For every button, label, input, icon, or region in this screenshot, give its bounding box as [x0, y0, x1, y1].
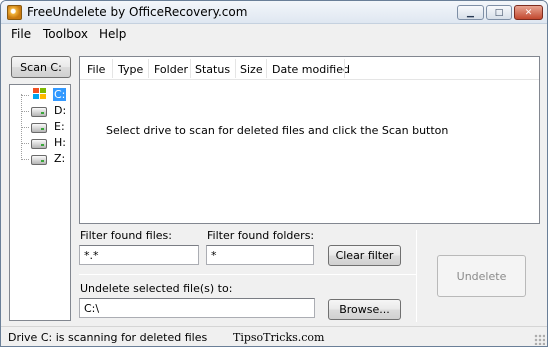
- menu-bar: File Toolbox Help: [1, 24, 547, 43]
- app-icon: [7, 5, 22, 20]
- column-divider[interactable]: [190, 59, 191, 78]
- menu-file[interactable]: File: [11, 27, 31, 41]
- scan-button[interactable]: Scan C:: [11, 56, 71, 78]
- resize-grip-icon[interactable]: [534, 334, 545, 345]
- filter-folders-input[interactable]: *: [206, 245, 314, 265]
- column-header-size[interactable]: Size: [240, 63, 263, 76]
- tree-item-drive-d[interactable]: D:: [10, 103, 70, 119]
- window-title: FreeUndelete by OfficeRecovery.com: [27, 5, 248, 19]
- browse-button[interactable]: Browse...: [328, 299, 401, 320]
- column-header-type[interactable]: Type: [118, 63, 143, 76]
- hard-drive-icon: [31, 107, 47, 117]
- status-bar: Drive C: is scanning for deleted files T…: [1, 326, 547, 346]
- drive-label: Z:: [54, 152, 66, 165]
- close-button[interactable]: ✕: [514, 5, 543, 20]
- menu-toolbox[interactable]: Toolbox: [43, 27, 88, 41]
- tree-item-drive-e[interactable]: E:: [10, 119, 70, 135]
- undelete-button[interactable]: Undelete: [437, 255, 526, 297]
- drive-label: D:: [54, 104, 67, 117]
- column-divider[interactable]: [266, 59, 267, 78]
- column-header-date-modified[interactable]: Date modified: [272, 63, 350, 76]
- status-text: Drive C: is scanning for deleted files: [8, 331, 208, 344]
- filter-files-input[interactable]: *.*: [79, 245, 199, 265]
- watermark-text: TipsoTricks.com: [233, 331, 325, 344]
- windows-drive-icon: [31, 87, 47, 101]
- drive-tree[interactable]: C: D: E: H: Z:: [9, 84, 71, 321]
- column-header-file[interactable]: File: [87, 63, 105, 76]
- maximize-button[interactable]: □: [486, 5, 512, 20]
- hard-drive-icon: [31, 155, 47, 165]
- column-divider[interactable]: [112, 59, 113, 78]
- column-divider[interactable]: [235, 59, 236, 78]
- column-header-folder[interactable]: Folder: [154, 63, 188, 76]
- tree-item-drive-z[interactable]: Z:: [10, 151, 70, 167]
- hard-drive-icon: [31, 139, 47, 149]
- column-header-status[interactable]: Status: [195, 63, 230, 76]
- list-header: File Type Folder Status Size Date modifi…: [80, 57, 539, 80]
- filter-files-label: Filter found files:: [80, 229, 172, 242]
- tree-branch: [21, 143, 29, 144]
- close-icon: ✕: [524, 7, 533, 18]
- undelete-target-label: Undelete selected file(s) to:: [80, 282, 233, 295]
- horizontal-separator: [79, 274, 416, 275]
- filter-folders-label: Filter found folders:: [207, 229, 315, 242]
- vertical-separator: [416, 230, 417, 322]
- tree-item-drive-h[interactable]: H:: [10, 135, 70, 151]
- column-divider[interactable]: [344, 59, 345, 78]
- tree-item-drive-c[interactable]: C:: [10, 87, 70, 103]
- clear-filter-button[interactable]: Clear filter: [328, 245, 401, 266]
- tree-branch: [21, 95, 29, 96]
- tree-branch: [21, 159, 29, 160]
- minimize-button[interactable]: ▁: [457, 5, 484, 20]
- column-divider[interactable]: [148, 59, 149, 78]
- drive-label: E:: [54, 120, 65, 133]
- minimize-icon: ▁: [467, 7, 474, 18]
- drive-label: C:: [53, 88, 67, 101]
- empty-list-message: Select drive to scan for deleted files a…: [106, 124, 449, 137]
- maximize-icon: □: [494, 7, 504, 18]
- tree-branch: [21, 127, 29, 128]
- tree-branch: [21, 111, 29, 112]
- deleted-files-list[interactable]: File Type Folder Status Size Date modifi…: [79, 56, 540, 224]
- menu-help[interactable]: Help: [99, 27, 126, 41]
- undelete-target-input[interactable]: C:\: [79, 298, 315, 318]
- app-window: FreeUndelete by OfficeRecovery.com ▁ □ ✕…: [0, 0, 548, 347]
- title-bar[interactable]: FreeUndelete by OfficeRecovery.com ▁ □ ✕: [1, 1, 547, 24]
- hard-drive-icon: [31, 123, 47, 133]
- drive-label: H:: [54, 136, 66, 149]
